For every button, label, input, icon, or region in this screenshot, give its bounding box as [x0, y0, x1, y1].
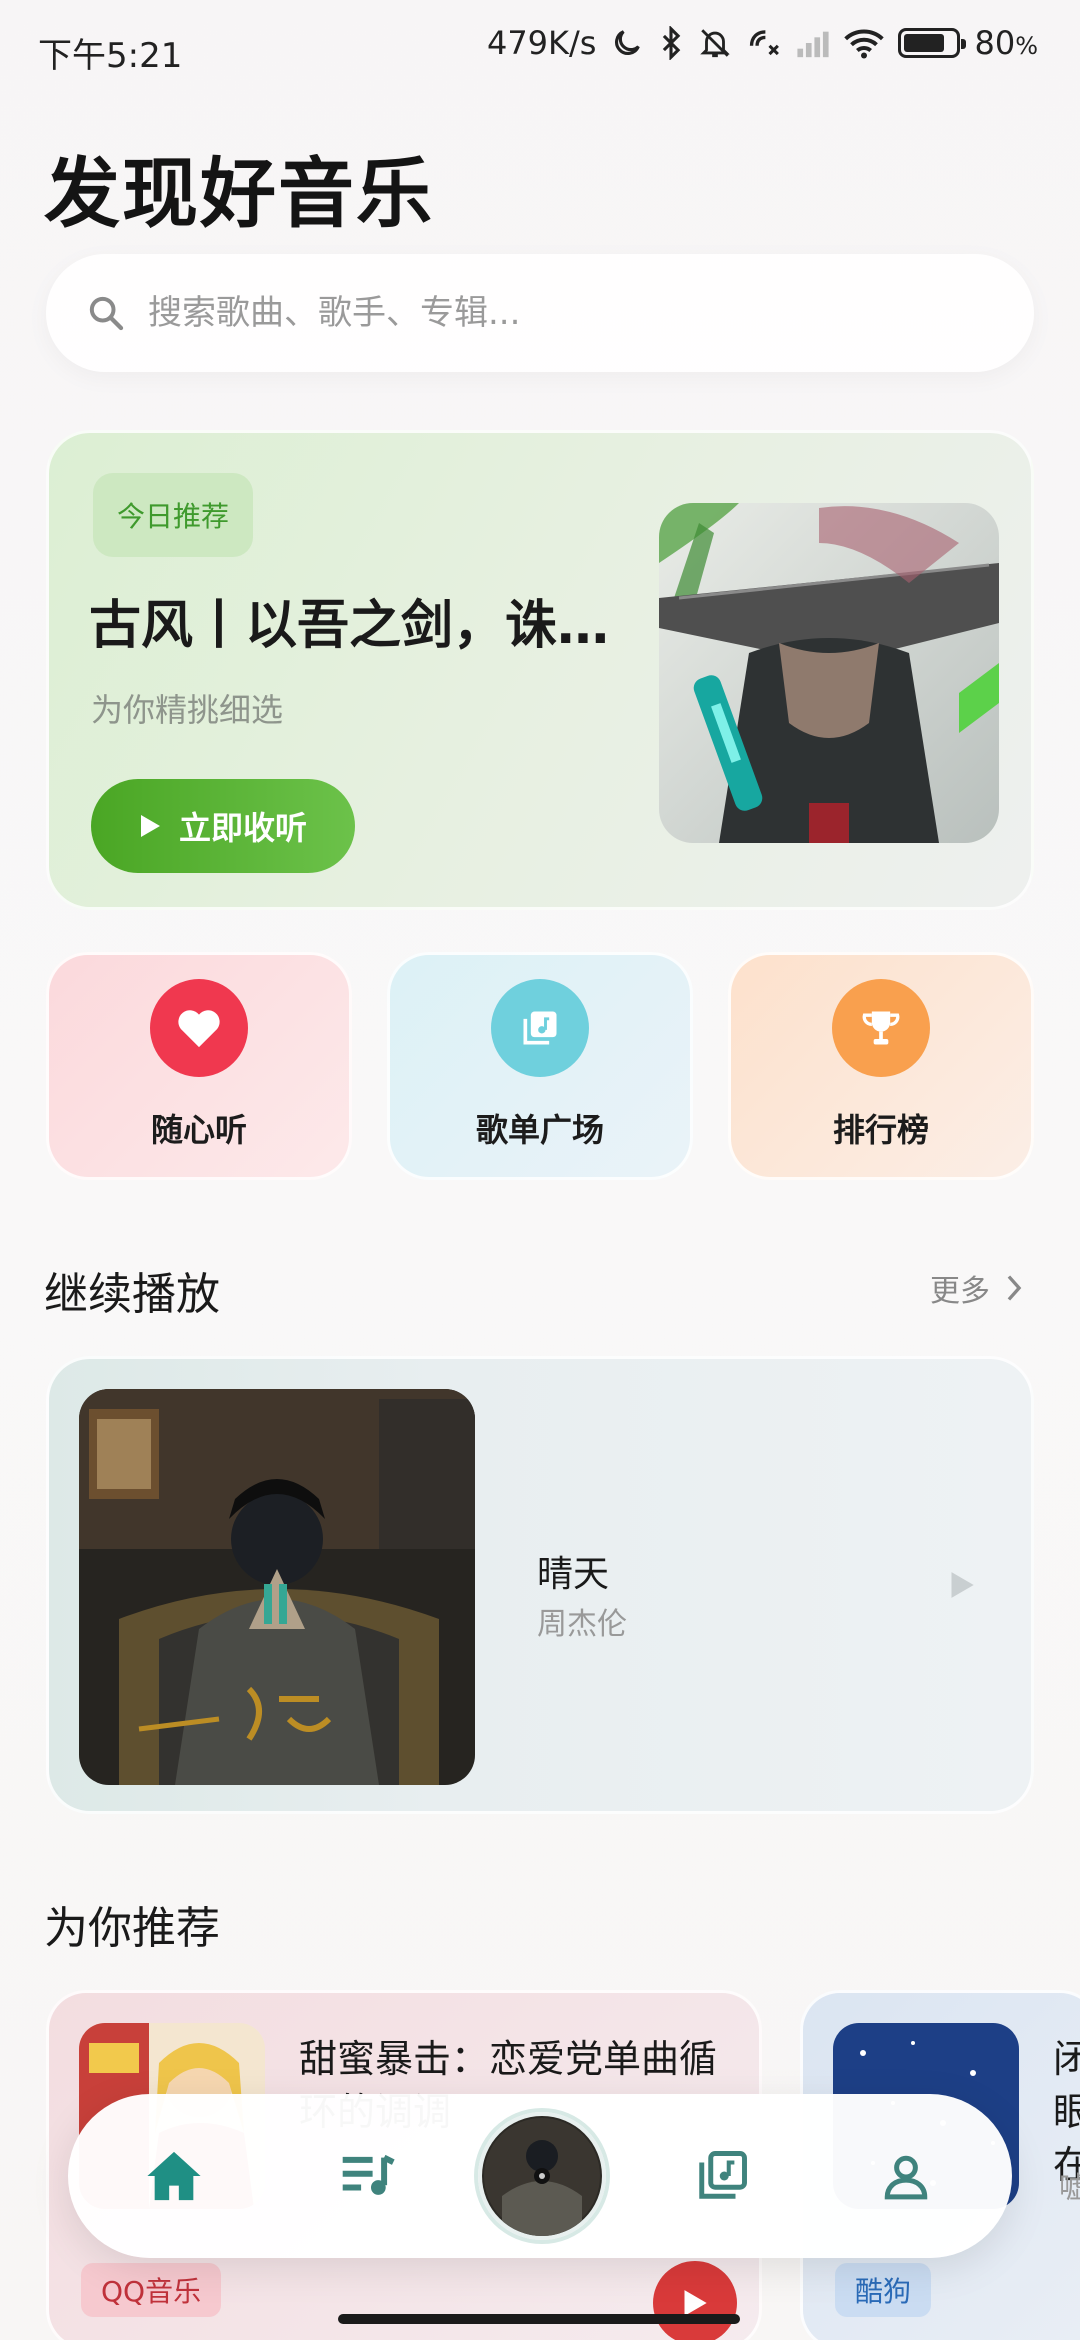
trophy-icon: [832, 979, 930, 1077]
listen-now-button[interactable]: 立即收听: [91, 779, 355, 873]
library-icon: [699, 2151, 747, 2199]
play-icon: [951, 1572, 974, 1598]
status-bar: 下午5:21 479K/s 80%: [0, 0, 1080, 100]
playlist-queue-icon: [342, 2154, 395, 2195]
page-title: 发现好音乐: [44, 149, 434, 238]
more-label: 更多: [930, 1274, 990, 1309]
daily-recommend-card[interactable]: 今日推荐 古风丨以吾之剑，诛… 为你精挑细选 立即收听: [46, 430, 1034, 910]
battery-unit: %: [1015, 32, 1038, 60]
recommend-section-title: 为你推荐: [44, 1903, 220, 1954]
quick-action-random[interactable]: 随心听: [46, 952, 352, 1180]
battery-icon: [898, 28, 967, 58]
nav-profile[interactable]: [846, 2094, 966, 2258]
mute-bell-icon: [700, 29, 731, 58]
nav-home[interactable]: [114, 2094, 234, 2258]
home-indicator: [338, 2314, 740, 2324]
moon-icon: [615, 30, 641, 55]
quick-action-charts[interactable]: 排行榜: [728, 952, 1034, 1180]
net-speed: 479K/s: [486, 24, 597, 62]
status-icons: 479K/s 80%: [487, 24, 1038, 62]
continue-playing-card[interactable]: 晴天 周杰伦: [46, 1356, 1034, 1814]
listen-now-label: 立即收听: [178, 809, 307, 847]
now-playing-disc[interactable]: [478, 2112, 606, 2240]
chevron-right-icon: [1007, 1275, 1022, 1301]
album-cover-image: [79, 1389, 475, 1785]
artist-name: 周杰伦: [537, 1607, 627, 1642]
quick-action-label: 歌单广场: [475, 1111, 604, 1149]
song-title: 晴天: [537, 1554, 610, 1595]
nav-library[interactable]: [662, 2094, 782, 2258]
call-off-icon: [750, 30, 780, 56]
nav-queue[interactable]: [308, 2094, 428, 2258]
play-button[interactable]: [653, 2261, 737, 2340]
profile-icon: [884, 2155, 928, 2200]
signal-icon: [797, 31, 830, 58]
source-badge: QQ音乐: [81, 2263, 222, 2317]
daily-title: 古风丨以吾之剑，诛…: [89, 596, 610, 656]
status-time: 下午5:21: [38, 36, 183, 76]
wifi-icon: [844, 29, 885, 59]
play-icon: [140, 815, 160, 837]
playlist-icon: [491, 979, 589, 1077]
daily-tag: 今日推荐: [93, 473, 254, 557]
search-input[interactable]: [148, 293, 948, 333]
continue-section-title: 继续播放: [44, 1269, 220, 1320]
heart-icon: [150, 979, 248, 1077]
daily-cover-image: [659, 503, 999, 843]
search-icon: [89, 296, 124, 331]
source-badge: 酷狗: [835, 2263, 932, 2317]
home-icon: [147, 2151, 201, 2201]
recommend-subtitle: 嘘: [1059, 2163, 1080, 2207]
daily-subtitle: 为你精挑细选: [91, 691, 284, 729]
more-link[interactable]: 更多: [930, 1266, 1022, 1310]
battery-percent: 80: [974, 24, 1016, 62]
quick-action-playlist-square[interactable]: 歌单广场: [387, 952, 693, 1180]
play-button[interactable]: [949, 1571, 975, 1603]
bluetooth-icon: [663, 26, 681, 60]
quick-action-label: 排行榜: [832, 1111, 929, 1149]
bottom-nav: [68, 2094, 1012, 2258]
play-icon: [684, 2290, 707, 2316]
search-bar[interactable]: [46, 254, 1034, 372]
quick-action-label: 随心听: [150, 1111, 247, 1149]
